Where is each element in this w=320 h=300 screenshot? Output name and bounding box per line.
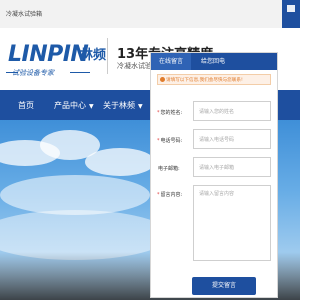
slogan: 试验设备专家: [12, 69, 54, 77]
cloud: [0, 175, 150, 215]
name-label: *您的姓名:: [157, 110, 183, 116]
email-placeholder: 请输入电子邮箱: [199, 165, 235, 171]
logo-cn[interactable]: 林频: [80, 44, 106, 63]
square-icon: [287, 5, 295, 12]
panel-tabs: 在线留言 给您回电: [151, 53, 277, 70]
notice-banner: 请填写以下信息,我们会尽快与您联系!: [157, 74, 271, 85]
message-placeholder: 请输入留言内容: [199, 191, 235, 197]
nav-item-home[interactable]: 首页: [18, 100, 34, 111]
tab-online-message[interactable]: 在线留言: [151, 53, 191, 70]
email-label: 电子邮箱:: [158, 166, 180, 172]
info-icon: [160, 77, 165, 82]
notice-text: 请填写以下信息,我们会尽快与您联系!: [166, 78, 243, 83]
page: 冷凝水试验箱 聚焦客服 LINPIN 林频 试验设备专家 13年专注高精度 冷凝…: [0, 0, 300, 300]
name-input[interactable]: 请输入您的姓名: [193, 101, 271, 121]
nav-item-about[interactable]: 关于林频 ▼: [103, 100, 143, 111]
caret-down-icon: ▼: [89, 103, 94, 110]
site-name[interactable]: 冷凝水试验箱: [6, 9, 42, 18]
message-textarea[interactable]: 请输入留言内容: [193, 185, 271, 261]
message-panel: 在线留言 给您回电 请填写以下信息,我们会尽快与您联系! *您的姓名: 请输入您…: [150, 52, 278, 298]
phone-input[interactable]: 请输入电话号码: [193, 129, 271, 149]
phone-placeholder: 请输入电话号码: [199, 137, 235, 143]
message-label: *留言内容:: [157, 192, 183, 198]
nav-item-products[interactable]: 产品中心 ▼: [54, 100, 94, 111]
email-input[interactable]: 请输入电子邮箱: [193, 157, 271, 177]
phone-label: *电话号码:: [157, 138, 183, 144]
submit-button[interactable]: 提交留言: [192, 277, 256, 295]
slogan-line-right: [70, 72, 90, 73]
cloud: [85, 148, 155, 176]
name-placeholder: 请输入您的姓名: [199, 109, 235, 115]
header-divider: [107, 38, 108, 74]
logo-text[interactable]: LINPIN: [8, 42, 89, 67]
caret-down-icon: ▼: [138, 103, 143, 110]
tab-callback[interactable]: 给您回电: [193, 53, 233, 70]
top-bar: 冷凝水试验箱: [0, 0, 300, 28]
